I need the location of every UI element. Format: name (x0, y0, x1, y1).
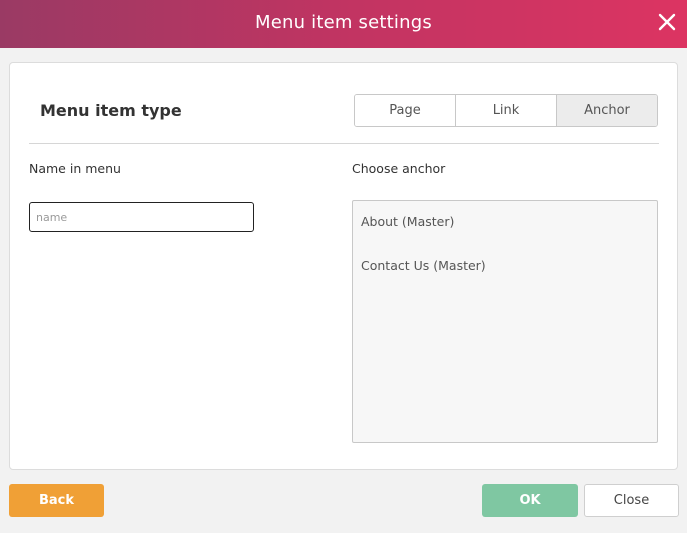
close-button[interactable]: Close (584, 484, 679, 517)
section-title: Menu item type (40, 101, 182, 120)
dialog-titlebar: Menu item settings (0, 0, 687, 48)
close-icon[interactable] (657, 12, 677, 32)
ok-button[interactable]: OK (482, 484, 578, 517)
type-tab-link[interactable]: Link (456, 95, 557, 126)
anchor-item-about[interactable]: About (Master) (361, 214, 454, 229)
section-divider (29, 143, 659, 144)
back-button[interactable]: Back (9, 484, 104, 517)
name-in-menu-input[interactable] (29, 202, 254, 232)
menu-item-settings-dialog: Menu item settings Menu item type Page L… (0, 0, 687, 533)
type-tab-page[interactable]: Page (355, 95, 456, 126)
name-in-menu-label: Name in menu (29, 161, 121, 176)
settings-panel: Menu item type Page Link Anchor Name in … (9, 62, 678, 470)
anchor-list[interactable]: About (Master) Contact Us (Master) (352, 200, 658, 443)
menu-item-type-selector: Page Link Anchor (354, 94, 658, 127)
anchor-item-contact-us[interactable]: Contact Us (Master) (361, 258, 486, 273)
choose-anchor-label: Choose anchor (352, 161, 446, 176)
dialog-title: Menu item settings (255, 12, 432, 33)
type-tab-anchor[interactable]: Anchor (557, 95, 657, 126)
